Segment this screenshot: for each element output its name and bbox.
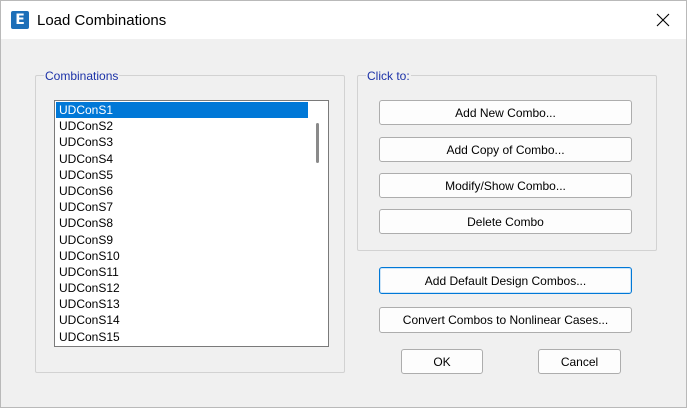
list-item[interactable]: UDConS15 — [56, 329, 308, 345]
list-item[interactable]: UDConS8 — [56, 215, 308, 231]
list-item[interactable]: UDConS13 — [56, 296, 308, 312]
combinations-listbox[interactable]: UDConS1 UDConS2 UDConS3 UDConS4 UDConS5 UDCon… — [54, 100, 329, 347]
cancel-button[interactable]: Cancel — [538, 349, 621, 374]
list-item[interactable]: UDConS5 — [56, 167, 308, 183]
list-item[interactable]: UDConS2 — [56, 118, 308, 134]
ok-button[interactable]: OK — [401, 349, 483, 374]
dialog-title: Load Combinations — [37, 12, 167, 29]
convert-combos-to-nonlinear-button[interactable]: Convert Combos to Nonlinear Cases... — [379, 307, 632, 333]
list-item[interactable]: UDConS9 — [56, 232, 308, 248]
close-icon — [656, 13, 670, 27]
modify-show-combo-button[interactable]: Modify/Show Combo... — [379, 173, 632, 198]
click-to-label: Click to: — [366, 69, 411, 83]
title-bar[interactable]: E Load Combinations — [1, 1, 686, 39]
close-button[interactable] — [640, 1, 686, 39]
load-combinations-dialog: E Load Combinations Combinations UDConS1… — [0, 0, 687, 408]
delete-combo-button[interactable]: Delete Combo — [379, 209, 632, 234]
list-item[interactable]: UDConS1 — [56, 102, 308, 119]
add-copy-of-combo-button[interactable]: Add Copy of Combo... — [379, 137, 632, 162]
scrollbar-thumb[interactable] — [316, 123, 319, 163]
list-item[interactable]: UDConS6 — [56, 183, 308, 199]
add-new-combo-button[interactable]: Add New Combo... — [379, 100, 632, 125]
list-item[interactable]: UDConS11 — [56, 264, 308, 280]
etabs-app-icon: E — [11, 11, 29, 29]
list-item[interactable]: UDConS3 — [56, 134, 308, 150]
add-default-design-combos-button[interactable]: Add Default Design Combos... — [379, 267, 632, 294]
combinations-list: UDConS1 UDConS2 UDConS3 UDConS4 UDConS5 UDCon… — [56, 102, 308, 345]
list-item[interactable]: UDConS7 — [56, 199, 308, 215]
list-item[interactable]: UDConS12 — [56, 280, 308, 296]
list-item[interactable]: UDConS4 — [56, 151, 308, 167]
list-item[interactable]: UDConS14 — [56, 312, 308, 328]
combinations-label: Combinations — [44, 69, 120, 83]
listbox-scrollbar[interactable] — [309, 102, 327, 345]
list-item[interactable]: UDConS10 — [56, 248, 308, 264]
